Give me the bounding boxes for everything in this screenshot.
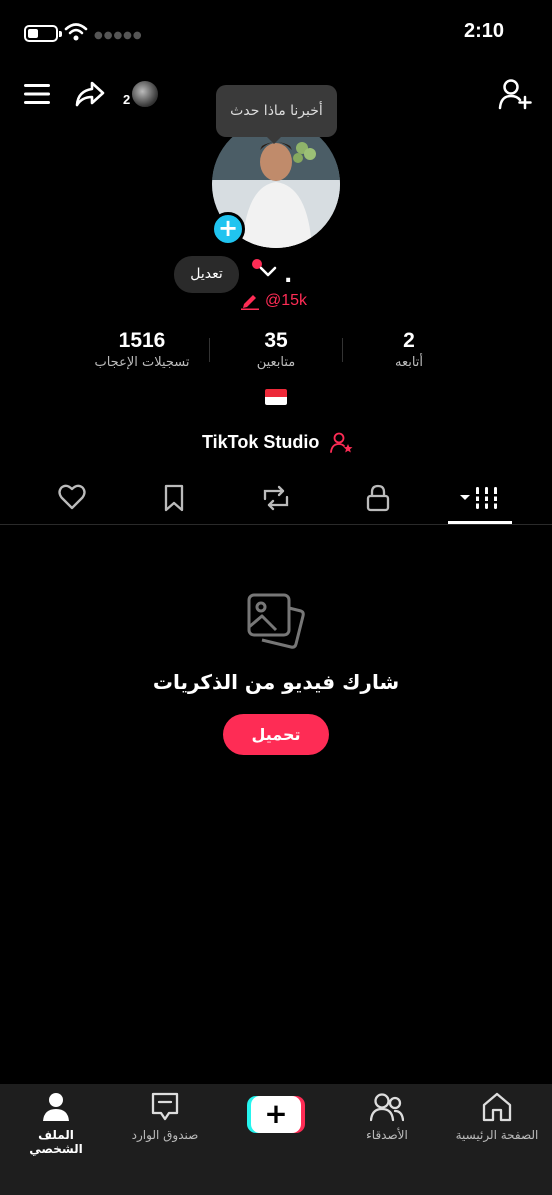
repost-icon[interactable] <box>261 484 291 512</box>
lock-icon[interactable] <box>366 484 390 512</box>
stat-divider <box>209 338 210 362</box>
stat-likes[interactable]: 1516 تسجيلات الإعجاب <box>82 329 202 370</box>
wifi-icon <box>64 23 88 41</box>
nav-label: الملف الشخصي <box>29 1128 83 1156</box>
friends-icon <box>370 1093 404 1122</box>
nav-home[interactable]: الصفحة الرئيسية <box>452 1092 542 1142</box>
nav-label: الأصدقاء <box>366 1128 408 1142</box>
empty-state-title: شارك فيديو من الذكريات <box>152 670 400 694</box>
person-icon <box>43 1093 69 1121</box>
username-handle[interactable]: @15k <box>265 292 307 310</box>
add-friend-icon[interactable] <box>498 78 532 110</box>
nav-inbox[interactable]: صندوق الوارد <box>125 1092 205 1142</box>
add-story-button[interactable]: + <box>211 212 245 246</box>
display-name: . <box>284 263 293 288</box>
edit-profile-button[interactable]: تعديل <box>174 256 239 293</box>
stat-following[interactable]: 2 أتابعه <box>370 329 448 370</box>
stat-label: تسجيلات الإعجاب <box>94 355 190 370</box>
feedback-tooltip[interactable]: أخبرنا ماذا حدث <box>216 85 337 144</box>
heart-icon[interactable] <box>58 484 86 510</box>
grid-icon[interactable] <box>456 484 502 512</box>
chevron-down-icon[interactable] <box>259 266 277 278</box>
menu-icon[interactable] <box>24 83 50 105</box>
stat-value: 35 <box>264 329 288 352</box>
share-icon[interactable] <box>74 80 106 108</box>
stat-followers[interactable]: 35 متابعين <box>225 329 327 370</box>
status-time: 2:10 <box>463 20 504 42</box>
home-icon <box>482 1092 512 1122</box>
nav-label: الصفحة الرئيسية <box>455 1128 539 1142</box>
stat-label: متابعين <box>256 355 296 370</box>
bookmark-icon[interactable] <box>163 484 185 512</box>
battery-icon <box>24 25 62 42</box>
stat-divider <box>342 338 343 362</box>
upload-button[interactable]: تحميل <box>223 714 329 755</box>
inbox-icon <box>151 1092 179 1121</box>
nav-profile[interactable]: الملف الشخصي <box>10 1092 102 1156</box>
nav-label: صندوق الوارد <box>131 1128 199 1142</box>
create-button[interactable]: + <box>247 1096 305 1133</box>
studio-person-star-icon[interactable] <box>330 432 354 454</box>
pencil-icon <box>241 295 259 310</box>
photos-icon <box>247 593 305 649</box>
signal-icon: ●●●●● <box>94 30 143 41</box>
stat-value: 2 <box>403 329 415 352</box>
friends-avatar[interactable] <box>130 79 160 109</box>
stat-value: 1516 <box>118 329 166 352</box>
nav-friends[interactable]: الأصدقاء <box>352 1092 422 1142</box>
stat-label: أتابعه <box>394 355 424 370</box>
country-flag-icon <box>265 389 287 405</box>
tabs-divider <box>0 524 552 525</box>
plus-icon: + <box>251 1096 301 1133</box>
tiktok-studio-link[interactable]: TikTok Studio <box>202 432 319 453</box>
